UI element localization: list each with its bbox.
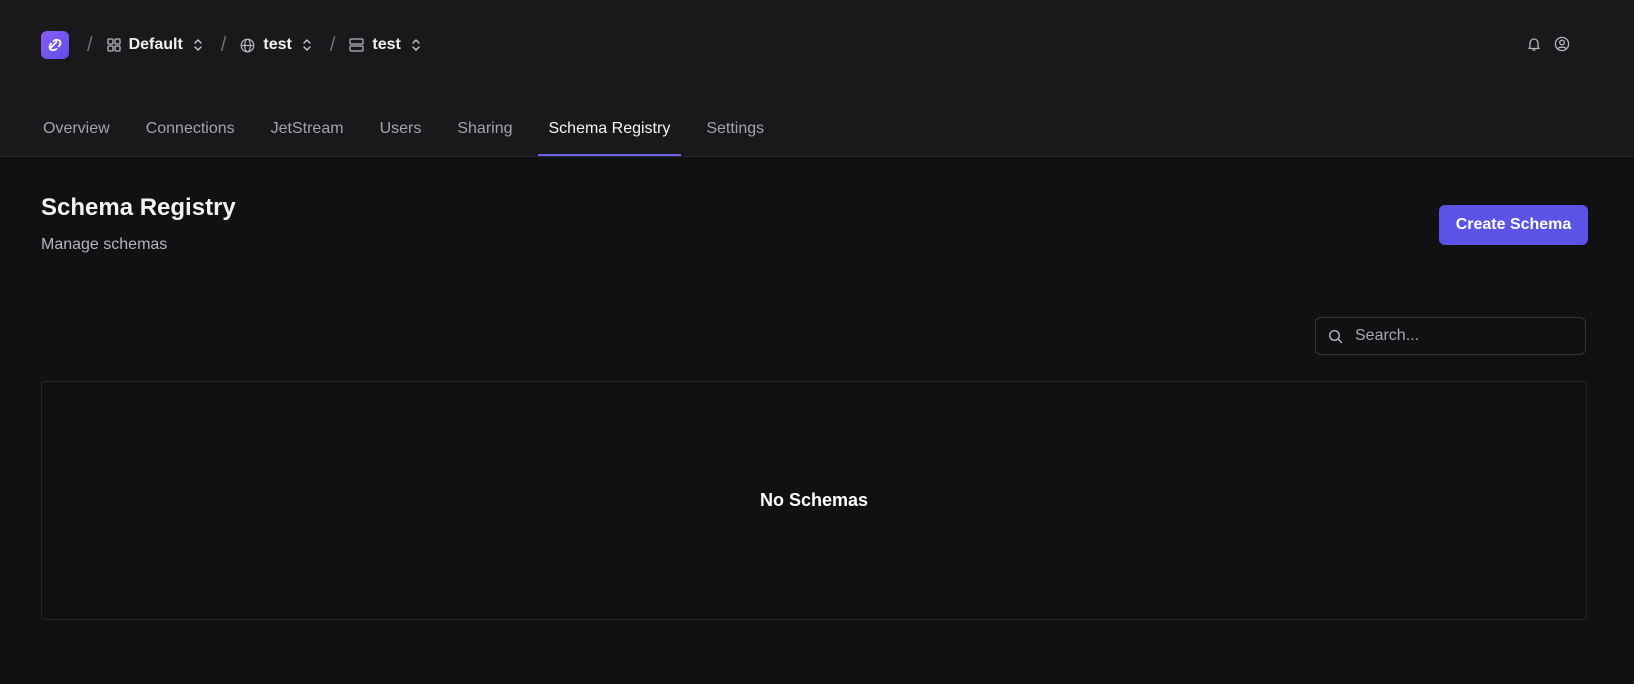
page-subtitle: Manage schemas [41,236,168,253]
empty-state-text: No Schemas [759,490,869,510]
breadcrumb-account-label: Default [128,36,183,53]
breadcrumb-server-label: test [372,36,401,53]
tab-settings[interactable]: Settings [695,108,775,156]
user-circle-icon[interactable] [1554,36,1570,57]
header-actions [1526,36,1570,57]
breadcrumb: / Default / test / test [41,30,421,60]
breadcrumb-system-label: test [263,36,292,53]
chevron-up-down-icon [302,38,312,52]
top-header: / Default / test / test Overview Connect… [0,0,1634,157]
chevron-up-down-icon [411,38,421,52]
tab-schema-registry[interactable]: Schema Registry [537,108,682,156]
tab-jetstream[interactable]: JetStream [260,108,355,156]
page-title: Schema Registry [41,194,236,221]
tab-bar: Overview Connections JetStream Users Sha… [32,108,789,156]
schema-list-panel: No Schemas [41,381,1587,620]
search-input[interactable] [1353,326,1577,346]
breadcrumb-server[interactable]: test [349,36,420,54]
tab-sharing[interactable]: Sharing [446,108,523,156]
breadcrumb-separator: / [329,33,336,56]
bell-icon[interactable] [1526,36,1542,57]
tab-users[interactable]: Users [369,108,433,156]
breadcrumb-separator: / [220,33,227,56]
create-schema-button[interactable]: Create Schema [1439,205,1588,245]
globe-icon [240,38,255,53]
breadcrumb-separator: / [87,33,93,56]
search-icon [1328,329,1343,344]
chevron-up-down-icon [193,38,203,52]
app-logo-icon[interactable] [41,31,69,59]
search-box [1315,317,1586,355]
breadcrumb-system[interactable]: test [240,36,311,54]
server-icon [349,38,364,52]
tab-connections[interactable]: Connections [135,108,246,156]
breadcrumb-account[interactable]: Default [106,36,203,54]
grid-icon [106,38,121,52]
tab-overview[interactable]: Overview [32,108,121,156]
